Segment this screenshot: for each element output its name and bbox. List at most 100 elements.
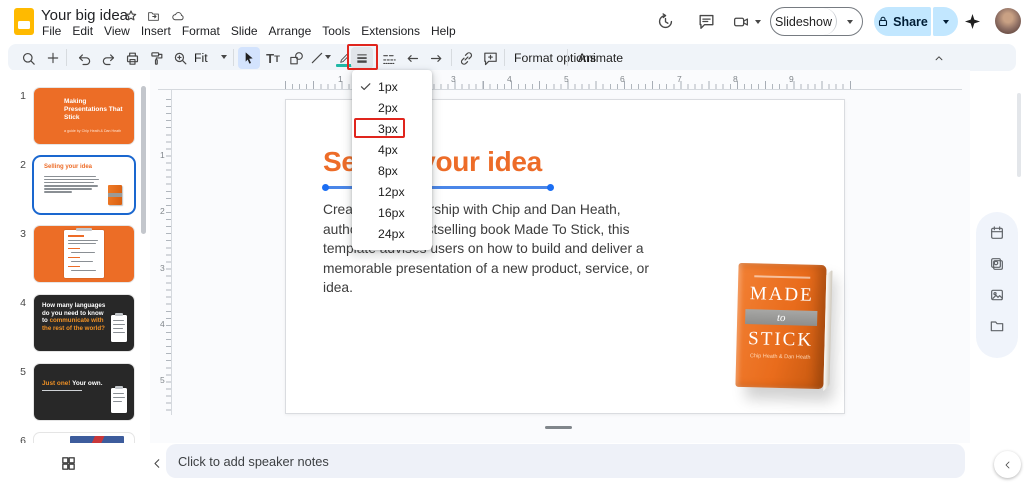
ruler-label: 2 <box>160 206 165 216</box>
animate-button[interactable]: Animate <box>578 51 623 65</box>
menu-item-4px[interactable]: 4px <box>352 139 432 160</box>
paint-format-icon[interactable] <box>145 47 167 69</box>
text-box-icon[interactable]: TT <box>262 47 284 69</box>
slide-thumbnail-6[interactable] <box>34 433 134 443</box>
redo-icon[interactable] <box>97 47 119 69</box>
keep-notes-icon[interactable] <box>989 256 1005 272</box>
menu-help[interactable]: Help <box>429 23 458 39</box>
folder-icon[interactable] <box>989 318 1005 334</box>
share-caret-button[interactable] <box>933 7 958 36</box>
menu-item-16px[interactable]: 16px <box>352 202 432 223</box>
gemini-sparkle-icon[interactable] <box>963 12 982 31</box>
filmstrip: 1 Making Presentations That Stick a guid… <box>0 70 150 443</box>
show-side-panel-button[interactable] <box>994 451 1021 478</box>
menubar: File Edit View Insert Format Slide Arran… <box>40 23 458 39</box>
insert-line-caret-icon[interactable] <box>325 55 331 59</box>
slide-number: 1 <box>20 90 26 102</box>
search-menus-icon[interactable] <box>17 47 39 69</box>
arrow-end-icon[interactable] <box>425 47 447 69</box>
menu-item-3px[interactable]: 3px <box>352 118 432 139</box>
ruler-label: 5 <box>160 375 165 385</box>
cloud-status-icon[interactable] <box>170 10 186 23</box>
line-handle-start[interactable] <box>322 184 329 191</box>
slide-thumbnail-5[interactable]: Just one! Your own. <box>34 364 134 420</box>
menu-item-24px[interactable]: 24px <box>352 223 432 244</box>
slide-thumbnail-2-selected[interactable]: Selling your idea <box>34 157 134 213</box>
collapse-filmstrip-icon[interactable] <box>150 456 165 471</box>
calendar-icon[interactable] <box>989 225 1005 241</box>
menu-item-12px[interactable]: 12px <box>352 181 432 202</box>
slideshow-button-group: Slideshow <box>770 7 863 36</box>
arrow-start-icon[interactable] <box>401 47 423 69</box>
horizontal-ruler <box>158 72 962 90</box>
zoom-fit-caret-icon[interactable] <box>221 55 227 59</box>
ruler-label: 4 <box>507 74 512 84</box>
menu-slide[interactable]: Slide <box>229 23 260 39</box>
slide-thumbnail-4[interactable]: How many languages do you need to know t… <box>34 295 134 351</box>
insert-link-icon[interactable] <box>455 47 477 69</box>
grid-view-icon[interactable] <box>60 455 77 472</box>
slideshow-caret-button[interactable] <box>837 8 862 35</box>
ruler-label: 3 <box>451 74 456 84</box>
menu-item-2px[interactable]: 2px <box>352 97 432 118</box>
ruler-label: 3 <box>160 263 165 273</box>
print-icon[interactable] <box>121 47 143 69</box>
slideshow-button[interactable]: Slideshow <box>771 8 837 35</box>
ruler-label: 5 <box>564 74 569 84</box>
notes-resize-handle[interactable] <box>545 426 572 429</box>
move-folder-icon[interactable] <box>146 10 161 23</box>
book-word-to: to <box>776 311 786 324</box>
menu-file[interactable]: File <box>40 23 63 39</box>
add-comment-icon[interactable] <box>479 47 501 69</box>
thumb1-title: Making Presentations That Stick <box>64 98 123 121</box>
slides-logo-icon[interactable] <box>14 8 34 35</box>
comment-history-icon[interactable] <box>697 12 716 31</box>
thumb4-note-card <box>111 313 127 342</box>
canvas-scrollbar[interactable] <box>1017 93 1021 177</box>
menu-tools[interactable]: Tools <box>320 23 352 39</box>
menu-format[interactable]: Format <box>180 23 222 39</box>
book-word-made: MADE <box>749 283 815 306</box>
zoom-in-icon[interactable] <box>169 47 191 69</box>
collapse-toolbar-icon[interactable] <box>932 51 946 65</box>
menu-edit[interactable]: Edit <box>70 23 95 39</box>
line-handle-end[interactable] <box>547 184 554 191</box>
document-title[interactable]: Your big idea <box>41 7 128 24</box>
menu-item-8px[interactable]: 8px <box>352 160 432 181</box>
share-button[interactable]: Share <box>874 7 931 36</box>
meet-camera-caret-icon[interactable] <box>755 20 761 24</box>
thumb5-note-card <box>111 386 127 413</box>
ruler-label: 1 <box>160 150 165 160</box>
line-weight-icon[interactable] <box>351 47 373 69</box>
menu-view[interactable]: View <box>102 23 132 39</box>
slide-number: 4 <box>20 297 26 309</box>
insert-shape-icon[interactable] <box>285 47 307 69</box>
select-cursor-icon[interactable] <box>238 47 260 69</box>
ruler-label: 6 <box>620 74 625 84</box>
slide-thumbnail-1[interactable]: Making Presentations That Stick a guide … <box>34 88 134 144</box>
new-slide-plus-icon[interactable] <box>42 47 64 69</box>
menu-arrange[interactable]: Arrange <box>267 23 314 39</box>
thumb3-note-card <box>64 228 104 278</box>
version-history-icon[interactable] <box>656 12 675 31</box>
ruler-label: 7 <box>677 74 682 84</box>
zoom-fit-select[interactable]: Fit <box>194 51 208 65</box>
book-image[interactable]: MADE to STICK Chip Heath & Dan Heath <box>735 262 833 392</box>
maps-image-icon[interactable] <box>989 287 1005 303</box>
line-dash-icon[interactable] <box>378 47 400 69</box>
slide-number: 2 <box>20 159 26 171</box>
star-icon[interactable] <box>124 9 138 23</box>
menu-insert[interactable]: Insert <box>139 23 173 39</box>
filmstrip-scrollbar[interactable] <box>141 86 146 234</box>
speaker-notes-input[interactable]: Click to add speaker notes <box>166 444 965 478</box>
meet-camera-icon[interactable] <box>731 13 751 31</box>
google-slides-app: Your big idea File Edit View Insert Form… <box>0 0 1024 486</box>
avatar[interactable] <box>995 8 1021 34</box>
menu-extensions[interactable]: Extensions <box>359 23 422 39</box>
slide-thumbnail-3[interactable] <box>34 226 134 282</box>
vertical-ruler <box>158 90 172 415</box>
undo-icon[interactable] <box>73 47 95 69</box>
chevron-down-icon <box>846 19 853 24</box>
menu-item-1px[interactable]: 1px <box>352 76 432 97</box>
ruler-label: 8 <box>733 74 738 84</box>
